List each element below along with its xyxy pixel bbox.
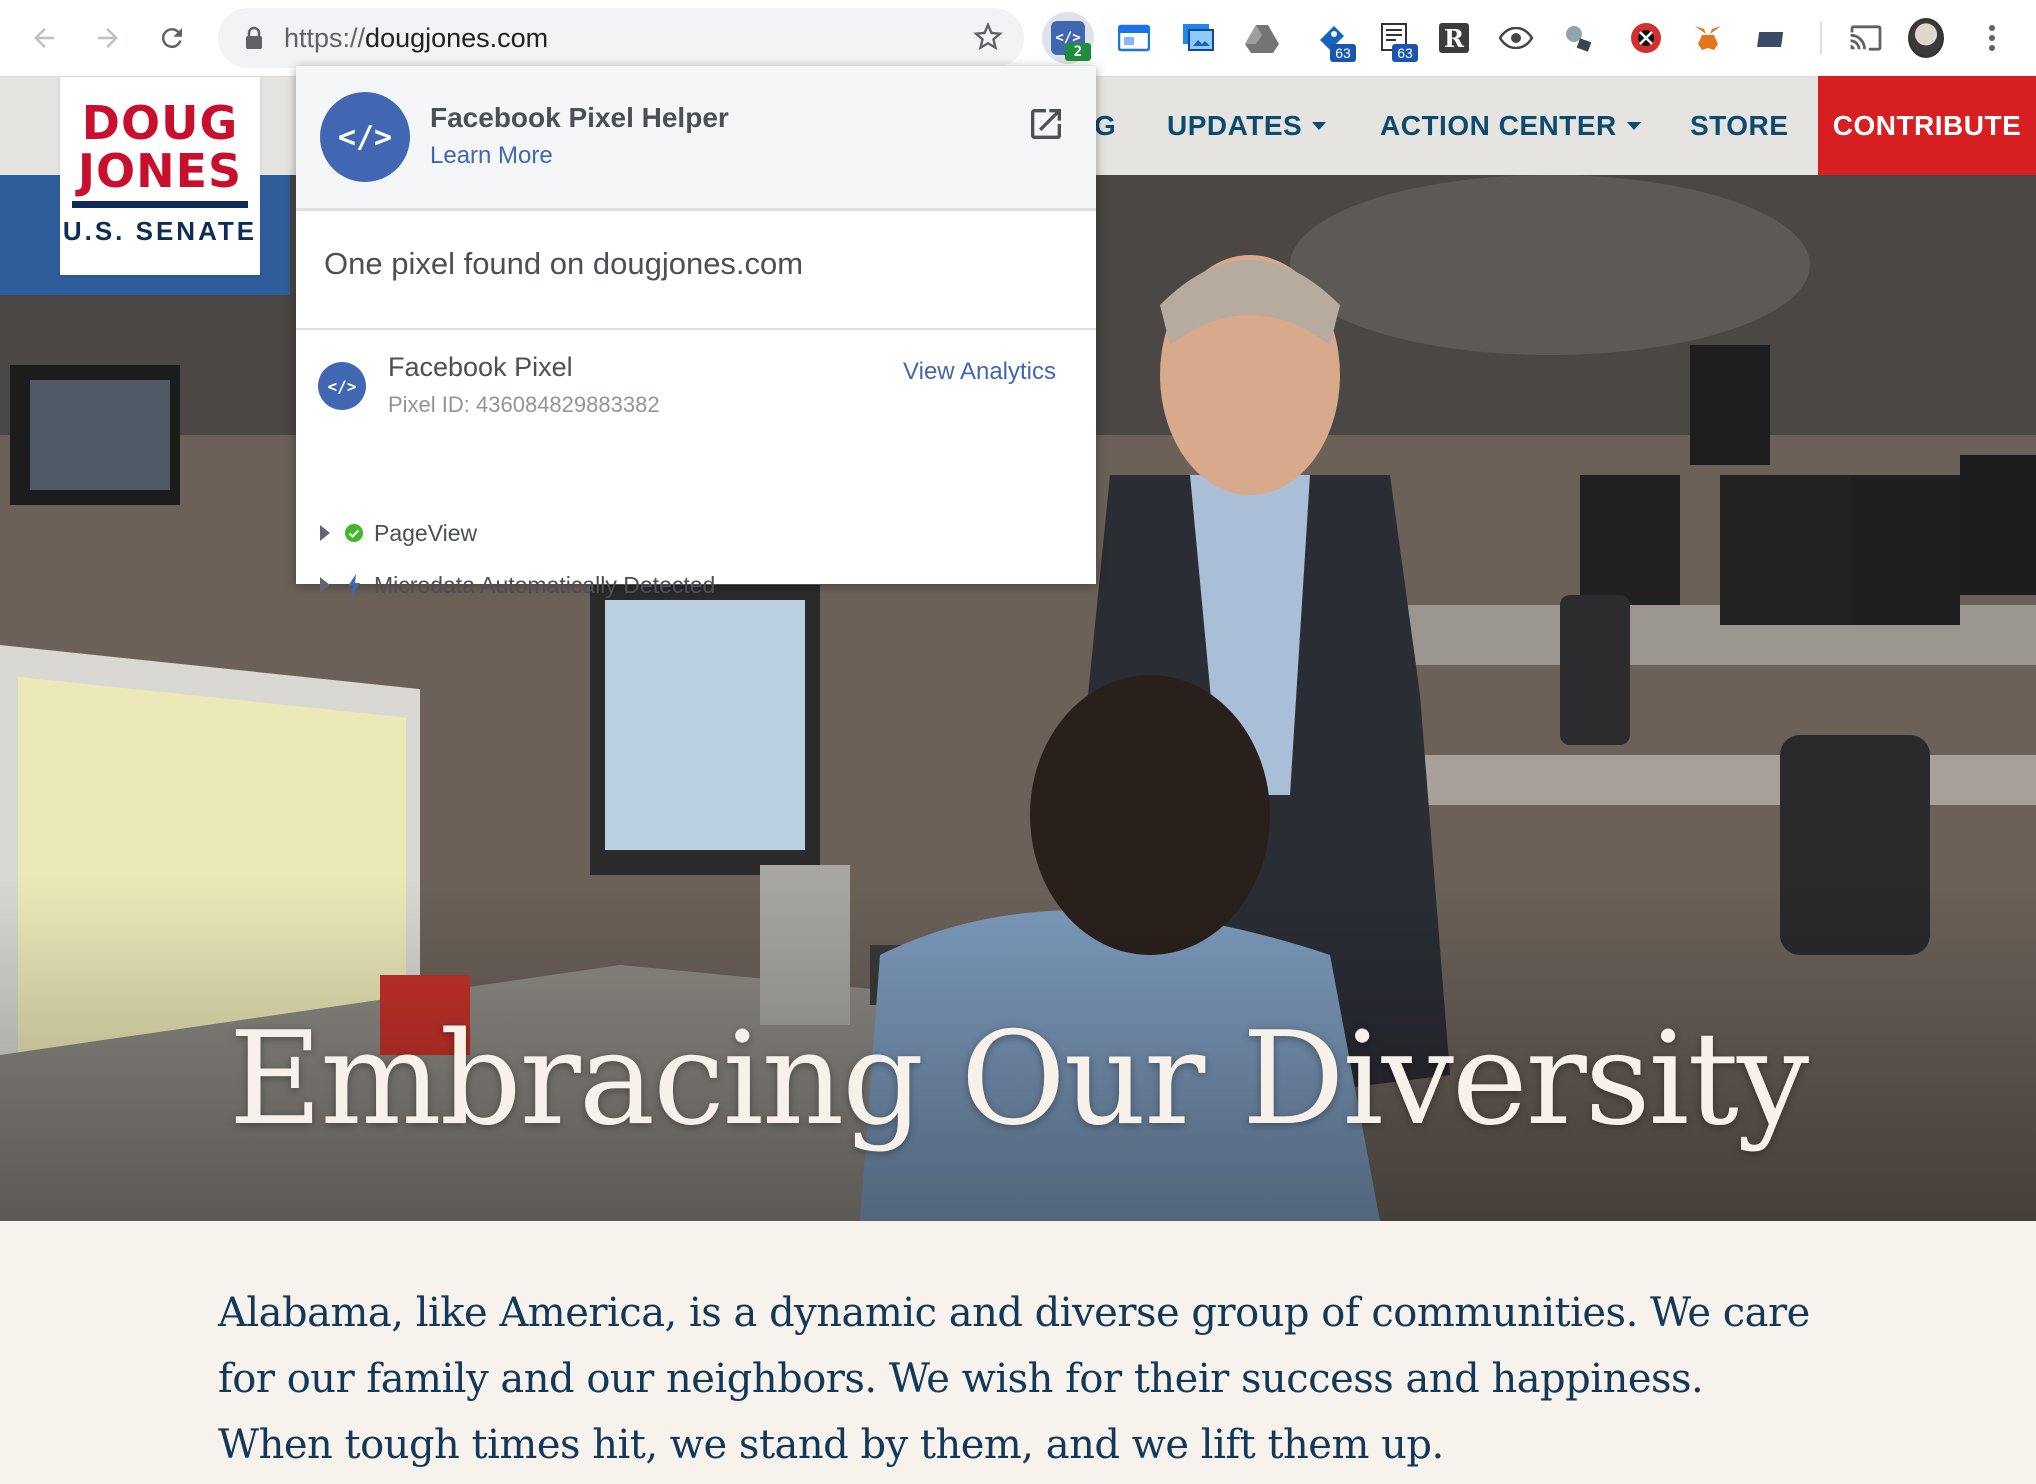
metamask-button[interactable] <box>1690 20 1726 56</box>
window-extension-icon <box>1118 24 1150 52</box>
success-check-icon <box>344 523 364 543</box>
lock-icon <box>246 26 262 49</box>
blocker-extension-icon <box>1631 23 1661 53</box>
r-extension-icon: R <box>1439 23 1469 53</box>
screen-capture-button[interactable] <box>1180 20 1216 56</box>
profile-button[interactable] <box>1908 18 1944 58</box>
folder-extension-button[interactable] <box>1754 20 1790 56</box>
eye-extension-icon <box>1499 27 1533 49</box>
nav-action-center-wrap: ACTION CENTER <box>1380 77 1641 175</box>
pixel-summary: One pixel found on dougjones.com <box>324 246 804 281</box>
eye-extension-button[interactable] <box>1498 20 1534 56</box>
back-button[interactable] <box>24 18 64 58</box>
pixel-icon: </> <box>318 362 366 410</box>
blocker-extension-button[interactable] <box>1628 20 1664 56</box>
extension-badge: 63 <box>1392 44 1418 62</box>
event-row-pageview[interactable]: PageView <box>320 518 477 548</box>
nav-store-label: STORE <box>1690 110 1789 141</box>
menu-icon <box>1989 25 1995 51</box>
toolbar-divider <box>1820 22 1822 54</box>
reload-button[interactable] <box>152 18 192 58</box>
nav-store[interactable]: STORE <box>1690 77 1788 175</box>
pixel-helper-logo-icon: </> <box>320 92 410 182</box>
back-arrow-icon <box>34 28 54 48</box>
popup-divider <box>296 328 1096 330</box>
nav-updates-wrap: UPDATES <box>1167 77 1327 175</box>
url-text: https://dougjones.com <box>284 23 549 53</box>
forward-arrow-icon <box>98 28 118 48</box>
extension-badge: 2 <box>1065 43 1091 61</box>
nav-updates[interactable]: UPDATES <box>1167 77 1327 175</box>
folder-extension-icon <box>1757 32 1784 47</box>
browser-menu-button[interactable] <box>1974 20 2010 56</box>
google-drive-icon <box>1245 25 1279 53</box>
extension-badge: 63 <box>1330 44 1356 62</box>
nav-partial-item[interactable]: G <box>1094 77 1116 175</box>
profile-avatar <box>1908 18 1944 58</box>
window-extension-button[interactable] <box>1116 20 1152 56</box>
cast-icon <box>1850 25 1882 51</box>
bookmark-star-icon[interactable] <box>972 21 1004 53</box>
cast-button[interactable] <box>1848 20 1884 56</box>
pixel-name: Facebook Pixel <box>388 352 573 382</box>
site-logo[interactable]: DOUG JONES U.S. SENATE <box>60 77 260 275</box>
nav-action-center[interactable]: ACTION CENTER <box>1380 77 1641 175</box>
logo-last-name: JONES <box>77 144 243 198</box>
logo-rule <box>72 201 248 208</box>
nav-action-center-label: ACTION CENTER <box>1380 110 1617 141</box>
popup-title: Facebook Pixel Helper <box>430 102 729 133</box>
r-extension-button[interactable]: R <box>1436 20 1472 56</box>
view-analytics-link[interactable]: View Analytics <box>903 358 1056 386</box>
popup-header: </> Facebook Pixel Helper Learn More <box>296 66 1096 211</box>
chevron-down-icon <box>1312 122 1327 130</box>
pixel-id: Pixel ID: 436084829883382 <box>388 392 660 417</box>
hero-title: Embracing Our Diversity <box>228 1005 1809 1154</box>
pixel-helper-popup: </> Facebook Pixel Helper Learn More One… <box>296 66 1096 598</box>
learn-more-link[interactable]: Learn More <box>430 142 553 170</box>
event-label: Microdata Automatically Detected <box>374 571 716 598</box>
bookmark-extension-button[interactable]: 63 <box>1314 20 1356 62</box>
event-row-microdata[interactable]: Microdata Automatically Detected <box>320 570 715 600</box>
open-external-icon[interactable] <box>1026 104 1066 144</box>
logo-subtitle: U.S. SENATE <box>62 216 258 246</box>
facebook-pixel-helper-extension[interactable]: </> 2 <box>1042 12 1094 64</box>
screen-capture-icon <box>1183 24 1214 51</box>
nav-partial-label: G <box>1094 110 1117 141</box>
nav-updates-label: UPDATES <box>1167 110 1303 141</box>
metamask-icon <box>1695 26 1721 50</box>
satellite-extension-icon <box>1566 26 1592 52</box>
expand-triangle-icon <box>320 525 330 541</box>
logo-first-name: DOUG <box>81 96 239 150</box>
chevron-down-icon <box>1626 122 1641 130</box>
intro-paragraph: Alabama, like America, is a dynamic and … <box>218 1290 1810 1468</box>
forward-button[interactable] <box>88 18 128 58</box>
google-drive-button[interactable] <box>1244 20 1280 56</box>
dictionary-extension-button[interactable]: 63 <box>1376 20 1418 62</box>
satellite-extension-button[interactable] <box>1560 20 1596 56</box>
expand-triangle-icon <box>320 577 330 593</box>
contribute-button[interactable]: CONTRIBUTE <box>1818 76 2036 175</box>
reload-icon <box>161 28 182 49</box>
address-bar[interactable]: https://dougjones.com <box>218 8 1024 68</box>
lightning-bolt-icon <box>344 574 364 596</box>
event-label: PageView <box>374 519 478 546</box>
facebook-pixel-helper-icon: </> 2 <box>1051 21 1091 61</box>
